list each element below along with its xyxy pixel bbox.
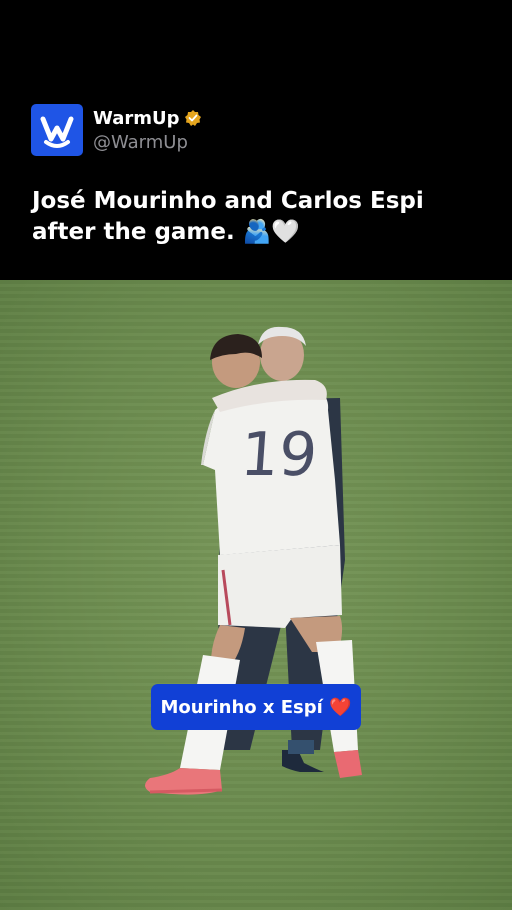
account-name[interactable]: WarmUp <box>93 108 180 129</box>
account-name-row[interactable]: WarmUp <box>93 106 202 130</box>
post-media[interactable]: 19 Mourinho x Espí ❤️ <box>0 280 512 910</box>
football-players-hugging-image: 19 <box>145 326 362 795</box>
video-caption: Mourinho x Espí ❤️ <box>151 684 361 730</box>
account-handle[interactable]: @WarmUp <box>93 132 188 153</box>
post-header: WarmUp @WarmUp José Mourinho and Carlos … <box>0 0 512 280</box>
verified-badge-icon <box>184 109 202 127</box>
warmup-logo-icon[interactable] <box>31 104 83 156</box>
tweet-text: José Mourinho and Carlos Espi after the … <box>32 188 424 245</box>
svg-text:19: 19 <box>238 420 319 490</box>
